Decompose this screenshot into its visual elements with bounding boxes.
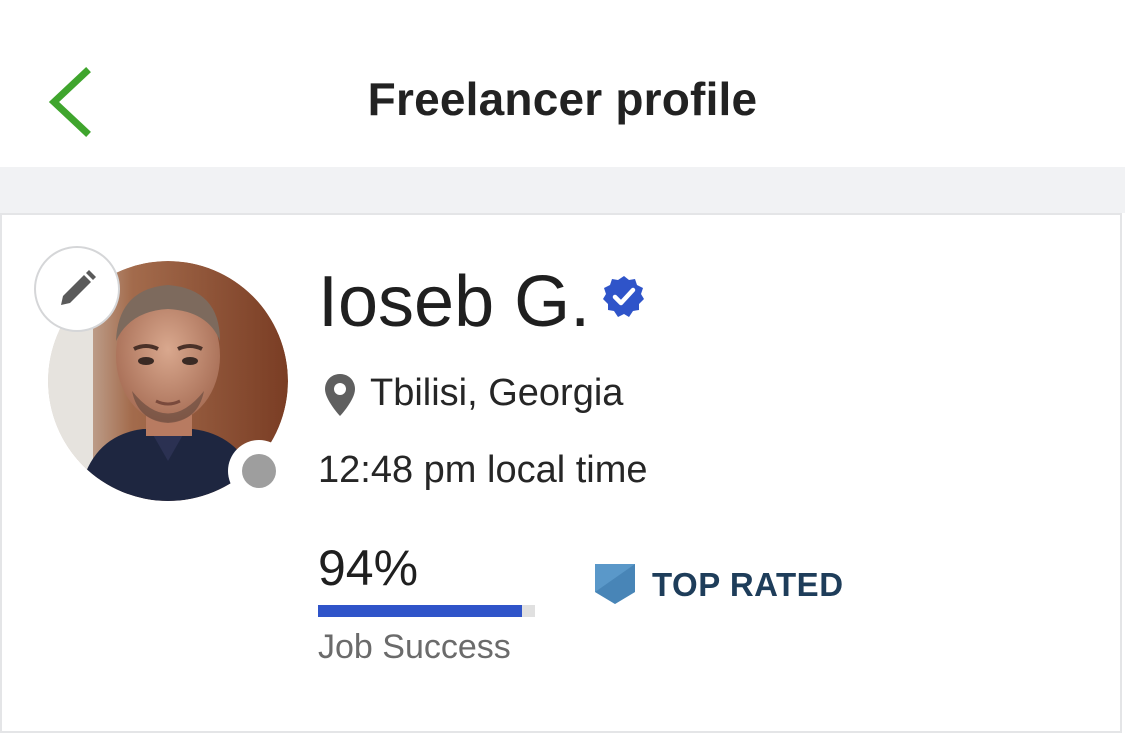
freelancer-name: Ioseb G. [318, 262, 591, 342]
local-time-text: 12:48 pm local time [318, 449, 648, 491]
page-title: Freelancer profile [367, 73, 758, 125]
job-success-bar-fill [318, 605, 522, 617]
edit-photo-button[interactable] [34, 246, 120, 332]
job-success-value: 94% [318, 540, 419, 596]
location-text: Tbilisi, Georgia [370, 372, 624, 414]
top-rated-badge-icon [595, 564, 635, 604]
job-success-label: Job Success [318, 628, 511, 666]
online-status-indicator [228, 440, 290, 502]
section-divider [0, 167, 1125, 213]
job-success-bar [318, 605, 535, 617]
top-rated-badge-label: TOP RATED [652, 566, 844, 603]
pencil-icon [61, 270, 96, 305]
map-pin-icon [325, 374, 355, 416]
status-dot [242, 454, 276, 488]
app-header: Freelancer profile [0, 0, 1125, 167]
verified-badge-icon [603, 276, 644, 317]
